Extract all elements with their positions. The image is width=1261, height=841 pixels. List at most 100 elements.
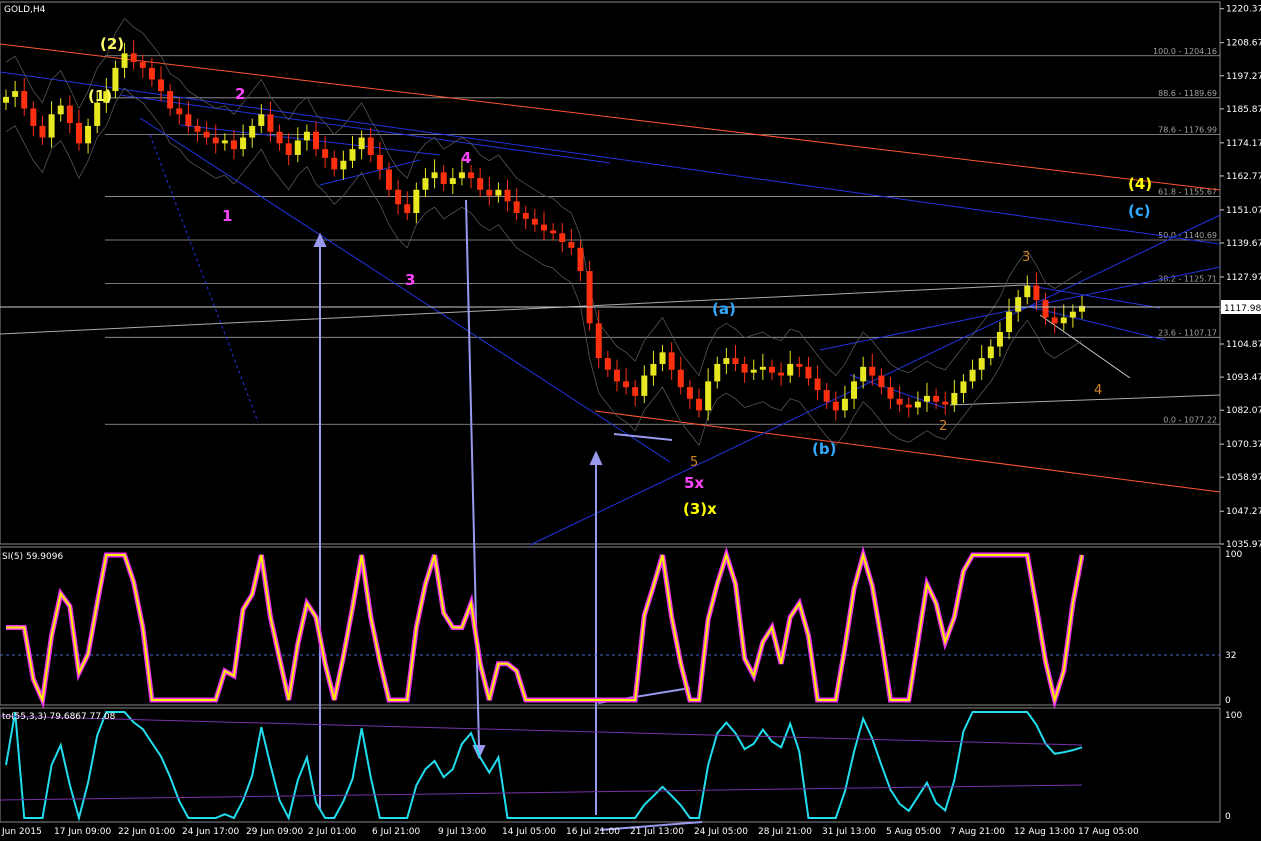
candle-body	[85, 125, 92, 144]
candle-body	[440, 172, 447, 184]
candle-body	[1015, 297, 1022, 312]
candle-body	[541, 224, 547, 231]
candle-body	[559, 233, 566, 243]
time-tick-label: 12 Aug 13:00	[1014, 827, 1075, 837]
rsi-tick: 100	[1225, 550, 1242, 560]
fib-level-label: 38.2 - 1125.71	[1158, 275, 1217, 284]
candle-body	[258, 114, 265, 126]
candle-body	[841, 398, 848, 411]
candle-body	[1024, 285, 1031, 298]
time-tick-label: 16 Jul 21:00	[566, 827, 620, 837]
candle-body	[112, 67, 119, 92]
candle-body	[358, 137, 365, 150]
candle-body	[641, 375, 648, 396]
candle-body	[896, 398, 903, 405]
candle-body	[66, 105, 73, 124]
current-price-label: 1117.98	[1224, 304, 1261, 314]
time-tick-label: 17 Jun 09:00	[54, 827, 111, 837]
price-tick-label: 1127.97	[1226, 273, 1261, 283]
candle-body	[632, 387, 639, 396]
wave-label: 5	[690, 455, 698, 470]
rsi-tick: 0	[1225, 696, 1231, 706]
candle-body	[349, 149, 356, 161]
price-tick-label: 1151.07	[1226, 206, 1261, 216]
candle-body	[294, 140, 301, 155]
candle-body	[422, 178, 429, 190]
wave-label: 2	[235, 85, 245, 103]
candle-body	[121, 53, 128, 68]
candle-body	[376, 154, 383, 170]
candle-body	[468, 172, 475, 179]
candle-body	[577, 247, 584, 272]
time-tick-label: Jun 2015	[1, 827, 42, 837]
candle-body	[869, 366, 876, 376]
candle-body	[57, 105, 64, 115]
candle-body	[978, 358, 985, 370]
stoch-label: to(55,3,3) 79.6867 77.08	[2, 712, 116, 722]
candle-body	[322, 149, 329, 158]
candle-body	[914, 401, 921, 408]
wave-label: 5x	[684, 474, 704, 492]
time-tick-label: 9 Jul 13:00	[438, 827, 487, 837]
candle-body	[249, 125, 256, 138]
time-tick-label: 28 Jul 21:00	[758, 827, 812, 837]
price-tick-label: 1047.27	[1226, 507, 1261, 517]
candle-body	[787, 363, 794, 376]
candle-body	[741, 363, 748, 373]
candle-body	[477, 178, 484, 190]
candle-body	[1051, 317, 1058, 324]
wave-label: 3	[405, 271, 415, 289]
stoch-tick: 100	[1225, 711, 1242, 721]
candle-body	[148, 67, 155, 80]
price-tick-label: 1093.47	[1226, 373, 1261, 383]
candle-body	[3, 96, 9, 103]
wave-label: 3	[1022, 250, 1030, 265]
candle-body	[513, 201, 520, 213]
price-tick-label: 1104.87	[1226, 340, 1261, 350]
candle-body	[623, 381, 630, 388]
candle-body	[905, 404, 912, 408]
rsi-tick: 32	[1225, 651, 1236, 661]
candle-body	[185, 114, 192, 126]
candle-body	[39, 125, 46, 138]
price-chart[interactable]: 100.0 - 1204.16 88.6 - 1189.69 78.6 - 1176…	[0, 0, 1261, 841]
candle-body	[139, 62, 146, 68]
wave-label: (3)x	[683, 500, 717, 518]
candle-body	[1060, 317, 1067, 324]
candle-body	[778, 372, 785, 376]
candle-body	[714, 363, 721, 382]
price-tick-label: 1208.67	[1226, 39, 1261, 49]
candle-body	[805, 366, 812, 379]
candle-body	[686, 387, 693, 399]
candle-body	[987, 346, 994, 359]
time-tick-label: 14 Jul 05:00	[502, 827, 556, 837]
candle-body	[732, 358, 739, 364]
fib-level-label: 78.6 - 1176.99	[1158, 126, 1217, 135]
fib-level-label: 0.0 - 1077.22	[1163, 415, 1217, 424]
stoch-tick: 0	[1225, 812, 1231, 822]
candle-body	[449, 178, 456, 184]
candle-body	[130, 53, 137, 63]
candle-body	[933, 395, 940, 402]
candle-body	[331, 157, 338, 170]
candle-body	[212, 137, 219, 144]
price-tick-label: 1162.77	[1226, 172, 1261, 182]
candle-body	[696, 398, 703, 411]
candle-body	[1033, 285, 1040, 301]
price-tick-label: 1185.87	[1226, 105, 1261, 115]
candle-body	[750, 369, 757, 373]
candle-body	[94, 102, 101, 126]
candle-body	[240, 137, 247, 150]
wave-label: (2)	[100, 35, 124, 53]
wave-label: (b)	[812, 440, 836, 458]
candle-body	[723, 358, 730, 364]
candle-body	[458, 172, 465, 179]
candle-body	[550, 230, 557, 234]
fib-level-label: 100.0 - 1204.16	[1153, 47, 1217, 56]
candle-body	[860, 366, 867, 382]
candle-body	[340, 160, 347, 170]
candle-body	[1042, 300, 1049, 318]
candle-body	[413, 189, 420, 213]
candle-body	[1069, 311, 1076, 318]
candle-body	[650, 363, 657, 376]
